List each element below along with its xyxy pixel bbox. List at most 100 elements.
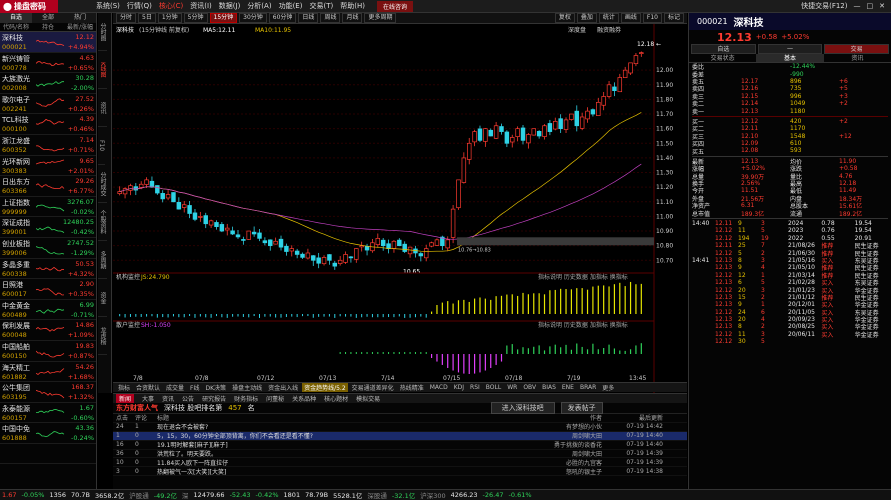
indicator-tab-8[interactable]: 交易通道差异化	[350, 383, 396, 392]
period-tab-2[interactable]: 1分钟	[157, 13, 182, 23]
period-tab-9[interactable]: 月线	[342, 13, 363, 23]
period-tab-5[interactable]: 30分钟	[239, 13, 267, 23]
chart-tool-4[interactable]: F10	[642, 13, 662, 23]
menu-item-6[interactable]: 功能(E)	[279, 1, 303, 11]
view-tab-5[interactable]: 个股资料	[98, 203, 107, 241]
indicator-tab-12[interactable]: RSI	[468, 384, 482, 391]
indicator-tab-3[interactable]: F线	[188, 383, 201, 392]
watchlist-row[interactable]	[0, 444, 96, 465]
online-consult-button[interactable]: 在线咨询	[376, 0, 413, 12]
depth-tag[interactable]: 深度盘	[568, 26, 586, 34]
indicator-tab-14[interactable]: WR	[505, 384, 519, 391]
quote-tab-0[interactable]: 交易状态	[689, 54, 756, 62]
chart-tool-0[interactable]: 复权	[554, 13, 575, 23]
period-tab-10[interactable]: 更多周期	[364, 13, 397, 23]
news-tab-8[interactable]: 核心题材	[324, 394, 348, 403]
indicator-tab-6[interactable]: 资金出入线	[266, 383, 300, 392]
indicator-tab-13[interactable]: BOLL	[484, 384, 503, 391]
watchlist-row[interactable]: 中国船舶 600150 19.83 +0.87%	[0, 341, 96, 362]
watchlist-row[interactable]: 新兴铸管 000778 4.63 +0.65%	[0, 53, 96, 74]
watchlist-row[interactable]: 大族激光 002008 30.28 -2.00%	[0, 73, 96, 94]
watchlist-tab-2[interactable]: 热门	[64, 13, 96, 23]
col-author[interactable]: 作者	[542, 413, 602, 422]
news-tab-6[interactable]: 问董秘	[266, 394, 284, 403]
period-tab-1[interactable]: 5日	[138, 13, 156, 23]
period-tab-7[interactable]: 日线	[298, 13, 319, 23]
view-tab-2[interactable]: 资讯	[98, 89, 107, 127]
col-clicks[interactable]: 点击	[113, 413, 135, 422]
watchlist-row[interactable]: 公牛集团 603195 168.37 +1.32%	[0, 382, 96, 403]
kline-chart[interactable]: 12.00 11.90 11.80 11.70 11.60 11.50 11.40 11.30…	[113, 24, 687, 396]
watchlist-row[interactable]: 光环新网 300383 9.65 +2.01%	[0, 156, 96, 177]
watchlist-row[interactable]: 上证指数 999999 3276.07 -0.02%	[0, 197, 96, 218]
chart-tool-2[interactable]: 统计	[598, 13, 619, 23]
period-tab-4[interactable]: 15分钟	[209, 13, 238, 23]
period-tab-8[interactable]: 周线	[320, 13, 341, 23]
menu-item-4[interactable]: 数据(J)	[219, 1, 241, 11]
enter-bar-button[interactable]: 进入深科技吧	[490, 402, 555, 414]
menu-item-7[interactable]: 交易(T)	[309, 1, 333, 11]
indicator-tab-9[interactable]: 热线精准	[398, 383, 426, 392]
watchlist-row[interactable]: 海天精工 601882 54.26 +1.68%	[0, 362, 96, 383]
menu-item-2[interactable]: 核心(C)	[159, 1, 183, 11]
quick-trade-button[interactable]: 快捷交易(F12)	[801, 1, 847, 11]
news-tab-1[interactable]: 大事	[142, 394, 154, 403]
post-button[interactable]: 发表帖子	[560, 402, 603, 414]
watchlist-row[interactable]: 多晶多重 600338 50.53 +4.32%	[0, 259, 96, 280]
rating-row[interactable]: 20/06/11 买入 华金证券	[788, 331, 888, 339]
watchlist-row[interactable]: 日照港 600017 2.90 +0.35%	[0, 279, 96, 300]
watchlist-col-1[interactable]: 持仓	[32, 23, 64, 31]
indicator-tab-18[interactable]: BRAR	[578, 384, 598, 391]
news-tab-7[interactable]: 关系品种	[292, 394, 316, 403]
period-tab-3[interactable]: 5分钟	[183, 13, 208, 23]
indicator-tab-10[interactable]: MACD	[428, 384, 450, 391]
view-tab-0[interactable]: 分时图	[98, 13, 107, 51]
watchlist-tab-1[interactable]: 全部	[32, 13, 64, 23]
watchlist-row[interactable]: 日出东方 603366 29.26 +6.77%	[0, 176, 96, 197]
period-tab-6[interactable]: 60分钟	[268, 13, 297, 23]
watchlist-tab-0[interactable]: 自选	[0, 13, 32, 23]
chart-tool-5[interactable]: 标记	[663, 13, 684, 23]
watchlist-row[interactable]: 深科技 000021 12.12 +4.94%	[0, 32, 96, 53]
view-tab-7[interactable]: 资金	[98, 279, 107, 317]
news-tab-9[interactable]: 模拟交易	[356, 394, 380, 403]
col-updated[interactable]: 最后更新	[602, 413, 666, 422]
quote-tab-1[interactable]: 基本	[756, 54, 824, 62]
news-tab-2[interactable]: 资讯	[162, 394, 174, 403]
watchlist-row[interactable]: 中金黄金 600489 6.99 -0.71%	[0, 300, 96, 321]
indicator-tab-4[interactable]: DK决策	[204, 383, 229, 392]
news-tab-3[interactable]: 公告	[182, 394, 194, 403]
watchlist-col-0[interactable]: 代码/名称	[0, 23, 32, 31]
watchlist-row[interactable]: 保利发展 600048 14.86 +1.09%	[0, 320, 96, 341]
dash-button[interactable]: 一	[757, 44, 823, 54]
watchlist-row[interactable]: 创业板指 399006 2747.52 -1.29%	[0, 238, 96, 259]
period-tab-0[interactable]: 分时	[116, 13, 137, 23]
watchlist-row[interactable]: 浙江龙盛 600352 7.14 +0.71%	[0, 135, 96, 156]
menu-item-5[interactable]: 分析(A)	[247, 1, 271, 11]
watchlist-row[interactable]: 深证成指 399001 12480.25 -0.42%	[0, 217, 96, 238]
news-tab-0[interactable]: 新闻	[116, 394, 135, 403]
watchlist-row[interactable]: 歌尔电子 002241 27.52 +0.26%	[0, 94, 96, 115]
menu-item-8[interactable]: 帮助(H)	[340, 1, 365, 11]
menu-item-0[interactable]: 系统(S)	[96, 1, 120, 11]
minimize-icon[interactable]: —	[854, 2, 861, 10]
view-tab-1[interactable]: K线图	[98, 51, 107, 89]
col-comments[interactable]: 评论	[135, 413, 157, 422]
watchlist-row[interactable]: 中国中免 601888 43.36 -0.24%	[0, 423, 96, 444]
retail-tools[interactable]: 指标说明 历史数据 加指标 换指标	[538, 321, 628, 329]
indicator-tab-5[interactable]: 操盘主动线	[230, 383, 264, 392]
view-tab-8[interactable]: 龙虎榜	[98, 317, 107, 355]
news-tab-4[interactable]: 研究报告	[202, 394, 226, 403]
news-tab-5[interactable]: 财务指标	[234, 394, 258, 403]
indicator-tab-1[interactable]: 合资默认	[134, 383, 162, 392]
maximize-icon[interactable]: □	[867, 2, 874, 10]
add-watchlist-button[interactable]: 自选	[691, 44, 756, 54]
close-icon[interactable]: ✕	[879, 2, 885, 10]
indicator-tab-15[interactable]: OBV	[521, 384, 538, 391]
chart-tool-3[interactable]: 画线	[620, 13, 641, 23]
view-tab-4[interactable]: 分时成交	[98, 165, 107, 203]
view-tab-3[interactable]: F10	[98, 127, 105, 165]
indicator-tab-2[interactable]: 成交量	[164, 383, 186, 392]
watchlist-row[interactable]: 永泰能源 600157 1.67 -0.60%	[0, 403, 96, 424]
quote-tab-2[interactable]: 资讯	[824, 54, 891, 62]
